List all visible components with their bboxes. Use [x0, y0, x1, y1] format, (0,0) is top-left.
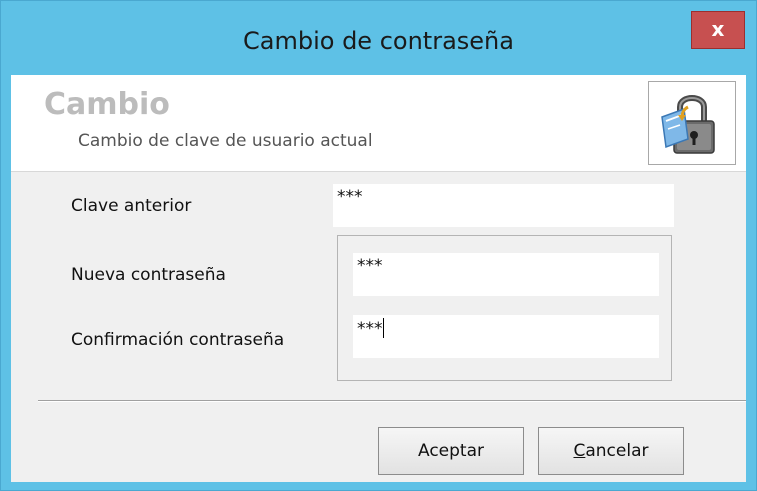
close-button[interactable]: x [691, 11, 745, 49]
old-password-field[interactable]: *** [333, 184, 674, 227]
window-title: Cambio de contraseña [243, 27, 514, 55]
title-bar[interactable]: Cambio de contraseña x [1, 1, 756, 75]
confirm-password-field[interactable]: *** [353, 315, 659, 358]
dialog-body: Cambio Cambio de clave de usuario actual [11, 75, 746, 482]
cancel-button[interactable]: Cancelar [538, 427, 684, 475]
padlock-key-icon [648, 81, 736, 165]
accept-button[interactable]: Aceptar [378, 427, 524, 475]
confirm-password-value: *** [357, 319, 383, 339]
footer-separator [38, 400, 746, 402]
dialog-window: Cambio de contraseña x Cambio Cambio de … [0, 0, 757, 491]
old-password-label: Clave anterior [71, 196, 192, 216]
dialog-header: Cambio Cambio de clave de usuario actual [11, 75, 746, 172]
header-title: Cambio [44, 87, 170, 122]
new-password-field[interactable]: *** [353, 253, 659, 296]
header-subtitle: Cambio de clave de usuario actual [78, 131, 373, 151]
cancel-label-rest: ancelar [585, 441, 649, 461]
cancel-mnemonic: C [573, 441, 586, 461]
text-caret [382, 318, 384, 338]
confirm-password-label: Confirmación contraseña [71, 330, 285, 350]
new-password-label: Nueva contraseña [71, 265, 226, 285]
